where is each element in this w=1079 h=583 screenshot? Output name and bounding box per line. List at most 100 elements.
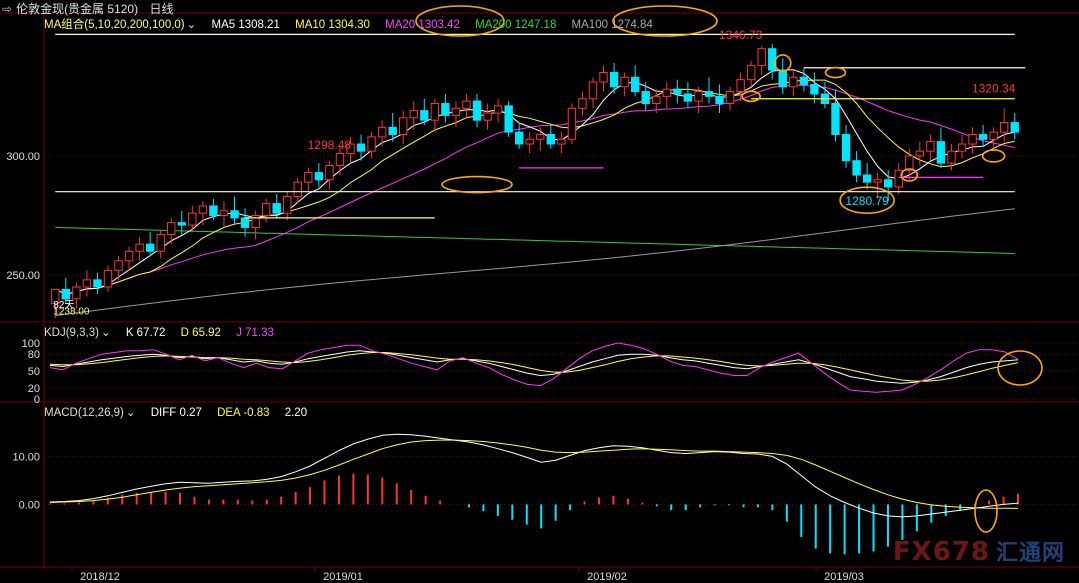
candle-body (219, 210, 229, 217)
candle-body (1010, 122, 1019, 133)
kdj-d-value: D 65.92 (180, 327, 221, 339)
chart-canvas: 300.00 250.00 1298.48 1346.73 1320.34 1280.79… (0, 5, 1079, 583)
candle-body (630, 76, 640, 93)
macd-diff-value: DIFF 0.27 (150, 407, 202, 419)
ma20-label: MA20 1303.42 (385, 19, 460, 31)
candle-body (441, 103, 450, 116)
circle-feb-ma (741, 90, 761, 103)
circle-jan-support (441, 175, 513, 194)
candle-body (367, 136, 376, 152)
candle-body (609, 72, 619, 88)
ma20-line (55, 84, 1015, 295)
macd-label[interactable]: MACD(12,26,9) (44, 407, 124, 419)
kdj-j-line (49, 342, 1019, 393)
candle-body (641, 91, 650, 105)
candle-body (293, 181, 302, 197)
x-tick-label: 2019/03 (824, 571, 864, 583)
candle-body (715, 95, 724, 104)
watermark-brand: FX678 (892, 537, 990, 567)
candle-body (483, 112, 492, 121)
ma-chevron-icon[interactable]: ⌄ (187, 19, 197, 31)
macd-tick-label: 10.00 (12, 451, 40, 463)
macd-legend: MACD(12,26,9) ⌄ DIFF 0.27 DEA -0.83 2.20 (44, 405, 319, 419)
ma10-label: MA10 1304.30 (295, 19, 370, 31)
candle-body (304, 172, 313, 183)
candle-body (873, 179, 882, 183)
ma-label[interactable]: MA组合(5,10,20,200,100,0) (44, 19, 185, 31)
candle-body (799, 76, 809, 85)
circle-macd-cross (974, 489, 998, 533)
candle-body (694, 91, 703, 102)
candle-body (209, 205, 218, 217)
candle-body (230, 210, 239, 219)
candle-body (999, 122, 1009, 133)
kdj-tick-label: 20 (28, 383, 40, 395)
candle-body (915, 150, 925, 157)
candle-body (947, 150, 956, 164)
candle-body (356, 143, 366, 152)
x-tick-label: 2018/12 (80, 571, 120, 583)
candle-body (388, 126, 397, 135)
symbol-arrow-icon[interactable]: ⇨ (2, 2, 12, 16)
annotation-high-1320: 1320.34 (972, 82, 1016, 96)
candle-body (599, 72, 608, 83)
candle-body (514, 131, 524, 145)
candle-body (957, 143, 967, 152)
price-tick-label: 300.00 (6, 151, 40, 163)
macd-tick-label: 0.00 (19, 499, 40, 511)
macd-dea-value: DEA -0.83 (217, 407, 270, 419)
candle-body (905, 155, 914, 171)
candle-body (778, 69, 787, 88)
candle-body (145, 243, 155, 252)
candle-body (620, 76, 629, 88)
candle-body (926, 141, 935, 152)
candle-body (430, 103, 440, 121)
candle-body (472, 100, 482, 121)
candle-body (841, 133, 851, 162)
ma200-label: MA200 1247.18 (475, 19, 557, 31)
circle-kdj-cross (997, 350, 1043, 386)
price-tick-label: 250.00 (6, 270, 40, 282)
candle-body (493, 105, 503, 114)
candle-body (978, 133, 988, 140)
candle-body (462, 100, 471, 109)
circle-feb-peak (824, 66, 847, 79)
annotation-high-1346: 1346.73 (719, 28, 763, 42)
kdj-tick-label: 0 (34, 394, 40, 406)
candle-body (831, 103, 840, 135)
candle-body (114, 260, 123, 271)
candle-body (335, 153, 345, 166)
candle-body (272, 203, 281, 214)
candle-body (789, 76, 798, 88)
kdj-k-value: K 67.72 (125, 327, 166, 339)
candle-body (588, 81, 598, 100)
kdj-k-line (49, 350, 1019, 384)
kdj-legend: KDJ(9,3,3) ⌄ K 67.72 D 65.92 J 71.33 (44, 325, 286, 339)
candle-body (261, 203, 271, 217)
ma5-label: MA5 1308.21 (211, 19, 280, 31)
candle-body (82, 279, 92, 288)
candle-body (683, 93, 693, 102)
symbol-title: 伦敦金现(贵金属 5120) (16, 2, 139, 16)
candle-body (557, 138, 566, 145)
circle-latest-cross (981, 149, 1006, 163)
candle-body (936, 141, 946, 164)
macd-chevron-icon[interactable]: ⌄ (126, 407, 136, 419)
candle-body (325, 164, 334, 181)
candle-body (989, 131, 998, 140)
candle-body (746, 64, 756, 81)
candle-body (578, 98, 587, 109)
kdj-j-value: J 71.33 (236, 327, 274, 339)
candle-body (704, 91, 714, 97)
candle-body (177, 222, 186, 226)
kdj-chevron-icon[interactable]: ⌄ (101, 327, 111, 339)
candle-body (188, 212, 197, 226)
candle-body (673, 88, 682, 95)
candle-body (409, 110, 418, 119)
candle-body (567, 107, 577, 140)
kdj-label[interactable]: KDJ(9,3,3) (44, 327, 99, 339)
candle-body (652, 95, 661, 104)
candle-body (61, 288, 71, 300)
period-label[interactable]: 日线 (149, 2, 173, 16)
candle-body (167, 222, 176, 236)
